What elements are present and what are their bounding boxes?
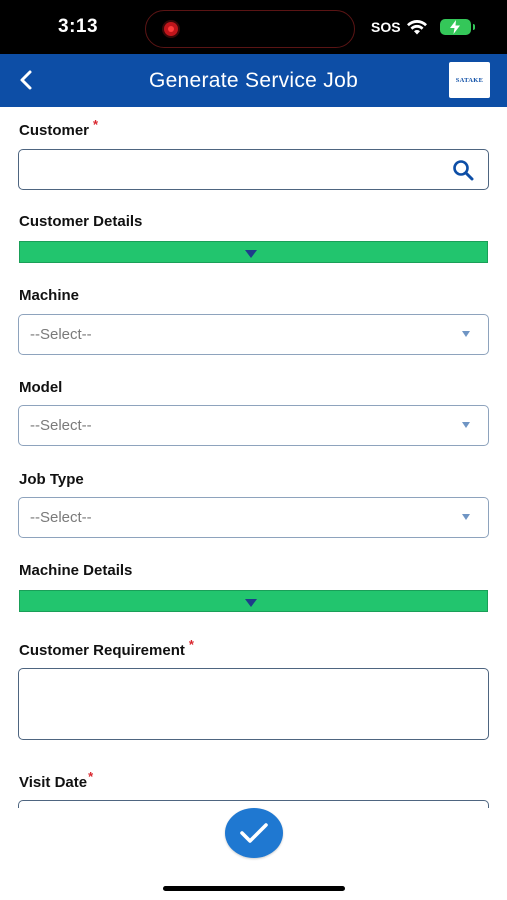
app-header: Generate Service Job [0, 54, 507, 107]
machine-label: Machine [19, 287, 80, 304]
customer-requirement-field[interactable] [18, 668, 489, 740]
brand-logo: SATAKE [449, 62, 490, 98]
customer-details-accordion[interactable] [19, 241, 488, 263]
customer-requirement-label: Customer Requirement * [19, 637, 194, 659]
machine-select-value: --Select-- [30, 326, 92, 343]
job-type-label: Job Type [19, 471, 84, 488]
model-select-value: --Select-- [30, 417, 92, 434]
page-title: Generate Service Job [148, 69, 359, 92]
required-mark: * [188, 637, 194, 652]
search-icon[interactable] [452, 159, 474, 181]
customer-label: Customer * [19, 117, 99, 139]
customer-search-field[interactable] [18, 149, 489, 190]
machine-select[interactable]: --Select-- [18, 314, 489, 355]
dropdown-caret-icon [462, 514, 470, 520]
model-label: Model [19, 379, 63, 396]
status-sos: SOS [371, 19, 401, 35]
model-select[interactable]: --Select-- [18, 405, 489, 446]
job-type-select-value: --Select-- [30, 509, 92, 526]
customer-requirement-input[interactable] [19, 669, 488, 739]
chevron-down-icon [245, 250, 257, 258]
submit-button[interactable] [225, 808, 283, 858]
customer-details-label: Customer Details [19, 213, 143, 230]
home-indicator [163, 886, 345, 891]
screen-recording-icon [164, 22, 178, 36]
dropdown-caret-icon [462, 422, 470, 428]
wifi-icon [407, 19, 427, 35]
battery-icon [440, 19, 475, 35]
status-time: 3:13 [58, 16, 99, 37]
brand-logo-text: SATAKE [455, 76, 484, 84]
chevron-down-icon [245, 599, 257, 607]
status-bar: 3:13 SOS [0, 0, 507, 54]
required-mark: * [93, 117, 99, 132]
machine-details-accordion[interactable] [19, 590, 488, 612]
machine-details-label: Machine Details [19, 562, 133, 579]
dropdown-caret-icon [462, 331, 470, 337]
customer-search-input[interactable] [29, 150, 449, 186]
required-mark: * [88, 769, 94, 784]
job-type-select[interactable]: --Select-- [18, 497, 489, 538]
checkmark-icon [240, 823, 268, 843]
dynamic-island [145, 10, 355, 48]
visit-date-label: Visit Date* [19, 769, 94, 791]
